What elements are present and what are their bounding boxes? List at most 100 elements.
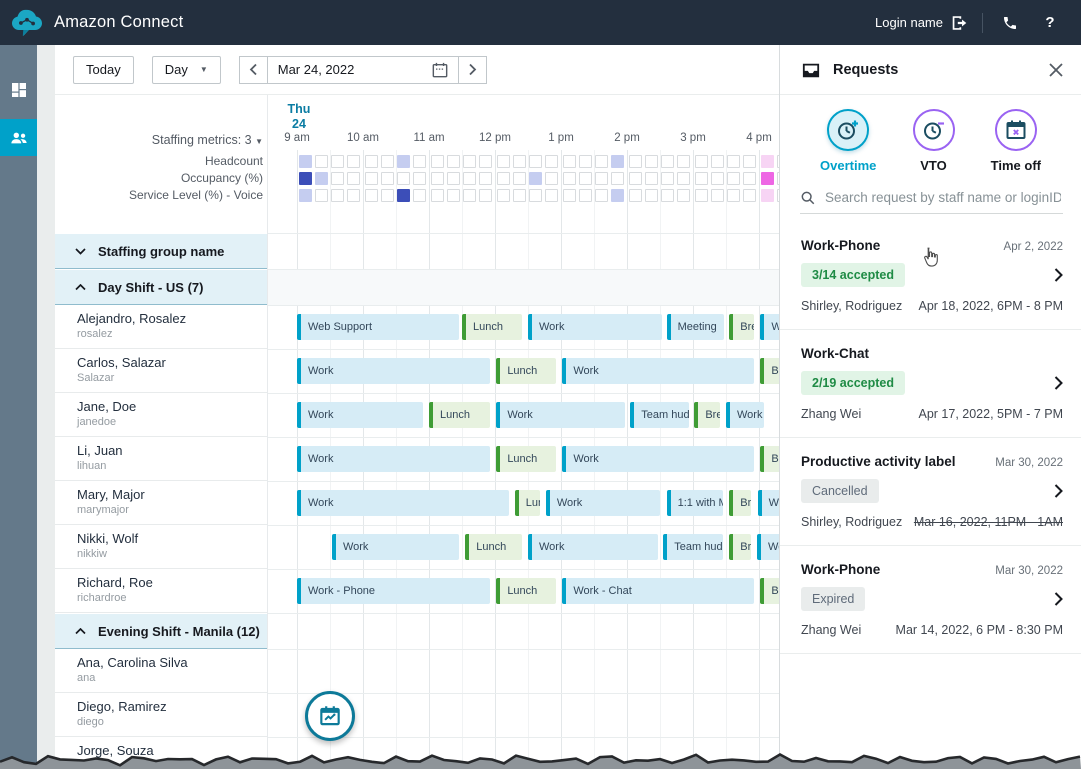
heatmap-cell [695, 172, 708, 185]
chevron-up-icon [75, 284, 86, 291]
schedule-bar[interactable]: Br.. [760, 578, 779, 604]
request-card[interactable]: Work-PhoneMar 30, 2022ExpiredZhang WeiMa… [780, 546, 1081, 654]
group-header[interactable]: Evening Shift - Manila (12) [55, 613, 267, 649]
request-card[interactable]: Work-PhoneApr 2, 20223/14 acceptedShirle… [780, 222, 1081, 330]
tab-time-off[interactable]: Time off [991, 109, 1041, 173]
schedule-bar[interactable]: Work [562, 358, 754, 384]
schedule-bar[interactable]: Lunch [462, 314, 522, 340]
heatmap-cell [331, 189, 344, 202]
phone-icon[interactable] [997, 10, 1023, 36]
staff-login: rosalez [77, 328, 267, 340]
status-badge: Cancelled [801, 479, 879, 503]
heatmap-cell [447, 172, 460, 185]
schedule-bar[interactable]: Web Support [297, 314, 459, 340]
staff-row: Jane, Doejanedoe [55, 393, 267, 437]
staffing-metrics-toggle[interactable]: Staffing metrics: 3 ▼ [55, 133, 267, 147]
nav-staffing[interactable] [0, 119, 37, 156]
group-header[interactable]: Day Shift - US (7) [55, 269, 267, 305]
schedule-bar[interactable]: Br.. [760, 446, 779, 472]
status-badge: 3/14 accepted [801, 263, 905, 287]
amazon-connect-app: Amazon Connect Login name ? Today Day ▼ [0, 0, 1081, 769]
schedule-bar[interactable]: Work [297, 490, 509, 516]
schedule-bar[interactable]: Work [297, 402, 423, 428]
heatmap-cell [413, 189, 426, 202]
schedule-bar[interactable]: Work [546, 490, 660, 516]
help-icon[interactable]: ? [1037, 10, 1063, 36]
schedule-bar[interactable]: Wo.. [760, 314, 779, 340]
prev-day-button[interactable] [239, 56, 267, 84]
nav-gutter [37, 45, 55, 769]
heatmap-cell [513, 172, 526, 185]
next-day-button[interactable] [459, 56, 487, 84]
heatmap-cell [579, 189, 592, 202]
chevron-right-icon [1054, 376, 1063, 390]
dashboard-grid-icon [11, 82, 27, 98]
schedule-bar[interactable]: Work [332, 534, 459, 560]
tab-circle [827, 109, 869, 151]
staff-row: Richard, Roerichardroe [55, 569, 267, 613]
topbar-divider [982, 13, 983, 33]
heatmap-cell [315, 172, 328, 185]
heatmap-cell [447, 189, 460, 202]
staff-login: nikkiw [77, 548, 267, 560]
schedule-bar[interactable]: Team huddle [663, 534, 723, 560]
heatmap-cell [711, 189, 724, 202]
schedule-bar[interactable]: Work [528, 534, 658, 560]
schedule-bar[interactable]: Work [528, 314, 662, 340]
request-card[interactable]: Work-Chat2/19 acceptedZhang WeiApr 17, 2… [780, 330, 1081, 438]
schedule-bar[interactable]: Lunch [496, 358, 556, 384]
heatmap-cell [743, 155, 756, 168]
group-header[interactable]: Staffing group name [55, 233, 267, 269]
schedule-bar[interactable]: Bre.. [694, 402, 719, 428]
schedule-bar[interactable]: Lunch [496, 578, 556, 604]
request-card[interactable]: Productive activity labelMar 30, 2022Can… [780, 438, 1081, 546]
schedule-bar[interactable]: Work [562, 446, 754, 472]
search-input[interactable] [823, 189, 1063, 206]
view-select[interactable]: Day ▼ [152, 56, 221, 84]
schedule-bar[interactable]: Meeting [667, 314, 725, 340]
login-menu[interactable]: Login name [875, 15, 968, 31]
heatmap-cell [545, 189, 558, 202]
amazon-connect-logo-icon [10, 8, 44, 38]
tab-circle [913, 109, 955, 151]
schedule-bar[interactable]: Bre.. [729, 490, 751, 516]
schedule-bar[interactable]: Lunch [465, 534, 521, 560]
staff-name: Carlos, Salazar [77, 355, 267, 370]
day-number: 24 [276, 117, 322, 132]
schedule-insights-button[interactable] [305, 691, 355, 741]
schedule-bar[interactable]: Work [297, 358, 490, 384]
schedule-bar[interactable]: 1:1 with Ma.. [667, 490, 723, 516]
heatmap-cell [513, 155, 526, 168]
row-gridline [268, 613, 779, 614]
heatmap-cell [331, 155, 344, 168]
schedule-bar[interactable]: Work [726, 402, 764, 428]
schedule-bar[interactable]: Bre.. [729, 314, 754, 340]
schedule-bar[interactable]: Wo.. [757, 534, 779, 560]
request-cards: Work-PhoneApr 2, 20223/14 acceptedShirle… [780, 222, 1081, 654]
schedule-bar[interactable]: Work - Phone [297, 578, 490, 604]
date-field[interactable]: Mar 24, 2022 [267, 56, 459, 84]
row-gridline [268, 269, 779, 270]
staff-row: Ana, Carolina Silvaana [55, 649, 267, 693]
day-header: Thu 24 [276, 102, 322, 132]
group-label: Evening Shift - Manila (12) [98, 624, 260, 639]
schedule-bar[interactable]: Work [496, 402, 625, 428]
schedule-bar[interactable]: Lun.. [515, 490, 540, 516]
tab-vto[interactable]: VTO [913, 109, 955, 173]
schedule-bar[interactable]: Team huddle [630, 402, 688, 428]
tab-overtime[interactable]: Overtime [820, 109, 876, 173]
heatmap-cell [743, 172, 756, 185]
close-icon[interactable] [1049, 63, 1063, 77]
heatmap-cell [299, 172, 312, 185]
heatmap-cell [677, 189, 690, 202]
schedule-bar[interactable]: Lunch [429, 402, 490, 428]
schedule-bar[interactable]: Lunch [496, 446, 556, 472]
schedule-bar[interactable]: Br.. [760, 358, 779, 384]
schedule-bar[interactable]: W.. [758, 490, 779, 516]
today-button[interactable]: Today [73, 56, 134, 84]
schedule-bar[interactable]: Work - Chat [562, 578, 754, 604]
heatmap-cell [629, 172, 642, 185]
schedule-bar[interactable]: Work [297, 446, 490, 472]
nav-dashboard[interactable] [0, 71, 37, 108]
schedule-bar[interactable]: Bre.. [729, 534, 750, 560]
